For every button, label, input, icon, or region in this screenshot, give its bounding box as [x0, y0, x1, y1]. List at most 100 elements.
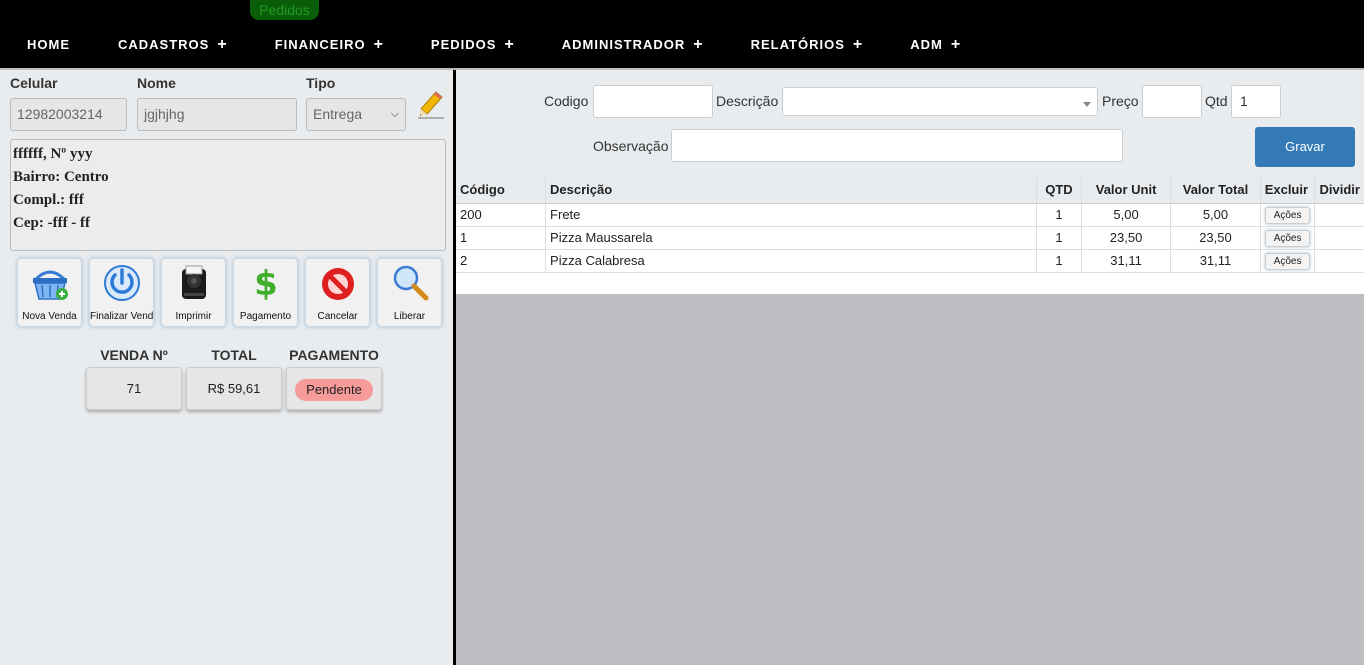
cell-descricao: Pizza Maussarela — [545, 226, 1037, 250]
nav-pedidos[interactable]: PEDIDOS + — [430, 37, 514, 53]
nav-financeiro-label: FINANCEIRO — [274, 37, 366, 52]
observacao-input[interactable] — [671, 129, 1123, 162]
total-value: R$ 59,61 — [186, 367, 282, 410]
plus-icon: + — [373, 36, 383, 53]
cell-dividir — [1314, 226, 1364, 250]
dollar-icon: $ — [254, 264, 278, 303]
action-toolbar: Nova Venda Finalizar Venda Imprimir $ Pa… — [17, 258, 449, 327]
page-badge: Pedidos — [250, 0, 319, 20]
codigo-label: Codigo — [544, 93, 589, 109]
total-label: TOTAL — [211, 347, 257, 363]
cell-codigo: 2 — [456, 249, 547, 273]
cell-valor-unit: 5,00 — [1081, 203, 1172, 227]
qtd-input[interactable]: 1 — [1231, 85, 1281, 118]
pagamento-label: PAGAMENTO — [289, 347, 379, 363]
venda-label: VENDA Nº — [100, 347, 168, 363]
pagamento-button[interactable]: $ Pagamento — [233, 258, 298, 327]
printer-icon — [182, 265, 206, 299]
tool-label: Imprimir — [175, 311, 212, 322]
address-line: ffffff, Nº yyy — [13, 146, 93, 162]
col-descricao[interactable]: Descrição — [545, 177, 1037, 204]
basket-add-icon — [33, 270, 68, 300]
status-badge: Pendente — [295, 378, 373, 401]
descricao-label: Descrição — [716, 93, 779, 109]
col-codigo[interactable]: Código — [456, 177, 547, 204]
chevron-down-icon — [1083, 102, 1091, 107]
cancel-icon — [322, 268, 354, 300]
nav-home-label: HOME — [27, 37, 70, 52]
chevron-down-icon: ⌵ — [390, 108, 399, 120]
col-valor-unit[interactable]: Valor Unit — [1081, 177, 1172, 204]
address-line: Cep: -fff - ff — [13, 215, 91, 231]
gravar-button[interactable]: Gravar — [1255, 127, 1355, 167]
cell-valor-unit: 23,50 — [1081, 226, 1172, 250]
cell-codigo: 200 — [456, 203, 547, 227]
acoes-button[interactable]: Ações — [1264, 207, 1311, 224]
cell-descricao: Frete — [545, 203, 1037, 227]
table-header-row: Código Descrição QTD Valor Unit Valor To… — [456, 177, 1364, 204]
cell-valor-total: 5,00 — [1170, 203, 1261, 227]
col-valor-total[interactable]: Valor Total — [1170, 177, 1261, 204]
nav-home[interactable]: HOME — [27, 37, 70, 52]
qtd-label: Qtd — [1205, 93, 1228, 109]
address-box: ffffff, Nº yyy Bairro: Centro Compl.: ff… — [10, 139, 446, 251]
imprimir-button[interactable]: Imprimir — [161, 258, 226, 327]
tool-label: Liberar — [393, 311, 426, 322]
nav-administrador[interactable]: ADMINISTRADOR + — [561, 36, 703, 53]
acoes-button[interactable]: Ações — [1264, 230, 1311, 247]
cell-dividir — [1314, 249, 1364, 273]
table-row[interactable]: 2 Pizza Calabresa 1 31,11 31,11 Ações — [456, 249, 1364, 273]
nav-cadastros[interactable]: CADASTROS + — [118, 36, 227, 53]
nome-field[interactable]: jgjhjhg — [137, 98, 297, 131]
address-line: Bairro: Centro — [13, 169, 109, 185]
cancelar-button[interactable]: Cancelar — [305, 258, 370, 327]
cell-valor-unit: 31,11 — [1081, 249, 1172, 273]
tipo-select[interactable]: Entrega ⌵ — [306, 98, 406, 131]
table-row[interactable]: 200 Frete 1 5,00 5,00 Ações — [456, 203, 1364, 227]
cell-excluir: Ações — [1260, 249, 1316, 273]
cell-excluir: Ações — [1260, 203, 1316, 227]
codigo-input[interactable] — [593, 85, 713, 118]
col-excluir[interactable]: Excluir — [1260, 177, 1316, 204]
tool-label: Cancelar — [317, 311, 358, 322]
payment-status: Pendente — [286, 367, 382, 410]
cell-valor-total: 23,50 — [1170, 226, 1261, 250]
cell-qtd: 1 — [1036, 249, 1082, 273]
nav-administrador-label: ADMINISTRADOR — [561, 37, 686, 52]
nav-adm[interactable]: ADM + — [910, 36, 961, 53]
nav-financeiro[interactable]: FINANCEIRO + — [274, 36, 383, 53]
pencil-edit-icon[interactable] — [418, 90, 444, 120]
items-panel: Codigo Descrição Preço Qtd 1 Observação … — [456, 70, 1364, 294]
col-qtd[interactable]: QTD — [1036, 177, 1082, 204]
svg-text:$: $ — [254, 264, 278, 303]
nav-relatorios[interactable]: RELATÓRIOS + — [751, 36, 863, 53]
acoes-button[interactable]: Ações — [1264, 253, 1311, 270]
celular-field[interactable]: 12982003214 — [10, 98, 127, 131]
cell-codigo: 1 — [456, 226, 547, 250]
finalizar-venda-button[interactable]: Finalizar Venda — [89, 258, 154, 327]
nome-label: Nome — [137, 75, 176, 91]
col-dividir[interactable]: Dividir — [1314, 177, 1364, 204]
nav-pedidos-label: PEDIDOS — [430, 37, 497, 52]
tipo-select-value: Entrega — [313, 106, 363, 122]
liberar-button[interactable]: Liberar — [377, 258, 442, 327]
plus-icon: + — [693, 36, 703, 53]
plus-icon: + — [217, 36, 227, 53]
venda-number: 71 — [86, 367, 182, 410]
nav-adm-label: ADM — [910, 37, 943, 52]
plus-icon: + — [852, 36, 863, 53]
descricao-select[interactable] — [782, 87, 1098, 116]
tool-label: Pagamento — [239, 311, 292, 322]
tool-label: Finalizar Venda — [90, 311, 153, 322]
celular-label: Celular — [10, 75, 58, 91]
nav-cadastros-label: CADASTROS — [118, 37, 210, 52]
top-navbar: Pedidos HOME CADASTROS + FINANCEIRO + PEDI… — [0, 0, 1364, 68]
table-row[interactable]: 1 Pizza Maussarela 1 23,50 23,50 Ações — [456, 226, 1364, 250]
preco-input[interactable] — [1142, 85, 1202, 118]
plus-icon: + — [950, 36, 961, 53]
cell-dividir — [1314, 203, 1364, 227]
items-table: Código Descrição QTD Valor Unit Valor To… — [456, 177, 1364, 273]
nova-venda-button[interactable]: Nova Venda — [17, 258, 82, 327]
cell-qtd: 1 — [1036, 226, 1082, 250]
observacao-label: Observação — [593, 138, 669, 154]
